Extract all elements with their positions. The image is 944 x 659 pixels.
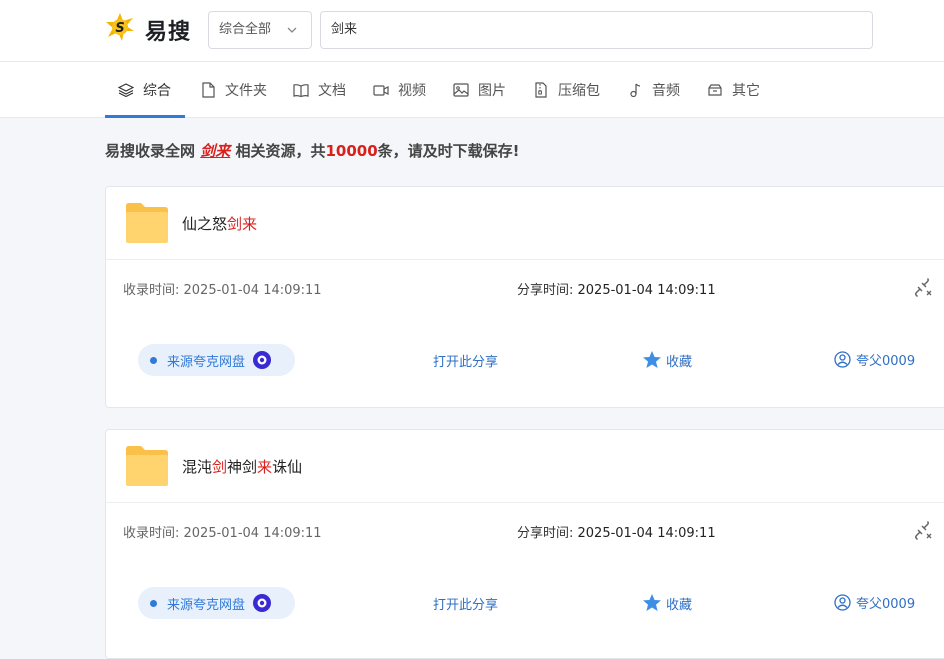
tab-image[interactable]: 图片 (453, 62, 506, 118)
open-share-link[interactable]: 打开此分享 (433, 351, 498, 370)
star-icon (643, 594, 661, 611)
summary-keyword: 剑来 (200, 142, 231, 160)
shared-time-label: 分享时间: (517, 283, 578, 298)
summary-count: 10000 (325, 142, 378, 160)
open-share-link[interactable]: 打开此分享 (433, 594, 498, 613)
status-dot (150, 356, 157, 364)
tab-label: 综合 (143, 83, 171, 99)
image-icon (453, 83, 469, 97)
tab-label: 压缩包 (558, 83, 600, 99)
folder-icon (126, 203, 168, 243)
uploader-link[interactable]: 夸父0009 (834, 593, 915, 612)
quark-drive-icon (253, 594, 272, 612)
result-summary: 易搜收录全网 剑来 相关资源，共10000条，请及时下载保存! (105, 140, 520, 161)
category-select[interactable]: 综合全部 (208, 11, 312, 49)
source-label: 来源夸克网盘 (167, 597, 246, 613)
svg-text:S: S (115, 21, 124, 36)
tab-label: 音频 (652, 83, 680, 99)
top-header: S 易搜 综合全部 剑来 (0, 0, 944, 62)
lightning-s-logo-icon[interactable]: S (106, 13, 134, 41)
tab-other[interactable]: 其它 (707, 62, 760, 118)
tab-archive[interactable]: 压缩包 (533, 62, 600, 118)
shared-time: 分享时间: 2025-01-04 14:09:11 (517, 279, 716, 298)
favorite-button[interactable]: 收藏 (642, 593, 692, 613)
uploader-name: 夸父0009 (856, 597, 916, 612)
tab-video[interactable]: 视频 (373, 62, 426, 118)
quark-drive-icon (253, 351, 272, 369)
folder-icon (126, 446, 168, 486)
title-keyword: 剑 (212, 458, 228, 476)
result-title[interactable]: 仙之怒剑来 (182, 213, 257, 234)
shared-time-value: 2025-01-04 14:09:11 (577, 283, 716, 298)
chevron-down-icon (287, 27, 297, 33)
category-select-value: 综合全部 (219, 22, 272, 37)
tab-label: 文件夹 (225, 83, 267, 99)
uploader-link[interactable]: 夸父0009 (834, 350, 915, 369)
source-badge[interactable]: 来源夸克网盘 (138, 587, 295, 619)
shared-time: 分享时间: 2025-01-04 14:09:11 (517, 522, 716, 541)
video-icon (373, 85, 389, 96)
favorite-button[interactable]: 收藏 (642, 350, 692, 370)
user-icon (834, 351, 851, 368)
result-card: 混沌剑神剑来诛仙 收录时间: 2025-01-04 14:09:11 分享时间:… (105, 429, 944, 659)
user-icon (834, 594, 851, 611)
title-part: 仙之怒 (182, 215, 228, 233)
shared-time-label: 分享时间: (517, 526, 578, 541)
summary-middle: 相关资源，共 (230, 142, 326, 160)
title-part: 诛仙 (272, 458, 303, 476)
tab-label: 其它 (732, 83, 760, 99)
result-card-header: 仙之怒剑来 (106, 187, 944, 260)
star-icon (643, 351, 661, 368)
tab-all[interactable]: 综合 (118, 62, 171, 118)
music-icon (630, 83, 641, 98)
category-tabs: 综合 文件夹 文档 视频 图片 压缩包 音频 其它 (0, 62, 944, 118)
tab-label: 视频 (398, 83, 426, 99)
unlink-icon[interactable] (912, 277, 932, 297)
tab-label: 文档 (318, 83, 346, 99)
tab-audio[interactable]: 音频 (627, 62, 680, 118)
source-label: 来源夸克网盘 (167, 354, 246, 370)
collected-time: 收录时间: 2025-01-04 14:09:11 (123, 526, 322, 541)
source-badge[interactable]: 来源夸克网盘 (138, 344, 295, 376)
logo-text[interactable]: 易搜 (145, 14, 191, 46)
zip-icon (535, 82, 547, 98)
summary-suffix: 条，请及时下载保存! (377, 142, 520, 160)
search-input[interactable]: 剑来 (320, 11, 873, 49)
tab-folder[interactable]: 文件夹 (200, 62, 267, 118)
title-keyword: 来 (257, 458, 273, 476)
summary-prefix: 易搜收录全网 (105, 142, 201, 160)
layers-icon (118, 83, 134, 98)
title-part: 混沌 (182, 458, 213, 476)
book-icon (293, 84, 309, 98)
collected-time: 收录时间: 2025-01-04 14:09:11 (123, 283, 322, 298)
active-tab-indicator (105, 115, 185, 118)
file-icon (202, 82, 215, 98)
result-card-header: 混沌剑神剑来诛仙 (106, 430, 944, 503)
uploader-name: 夸父0009 (856, 354, 916, 369)
title-part: 神剑 (227, 458, 258, 476)
result-title[interactable]: 混沌剑神剑来诛仙 (182, 456, 302, 477)
status-dot (150, 599, 157, 607)
favorite-label: 收藏 (666, 354, 693, 370)
unlink-icon[interactable] (912, 520, 932, 540)
box-icon (708, 84, 722, 96)
shared-time-value: 2025-01-04 14:09:11 (577, 526, 716, 541)
title-keyword: 剑来 (227, 215, 258, 233)
tab-document[interactable]: 文档 (293, 62, 346, 118)
tab-label: 图片 (478, 83, 506, 99)
result-card: 仙之怒剑来 收录时间: 2025-01-04 14:09:11 分享时间: 20… (105, 186, 944, 408)
favorite-label: 收藏 (666, 597, 693, 613)
